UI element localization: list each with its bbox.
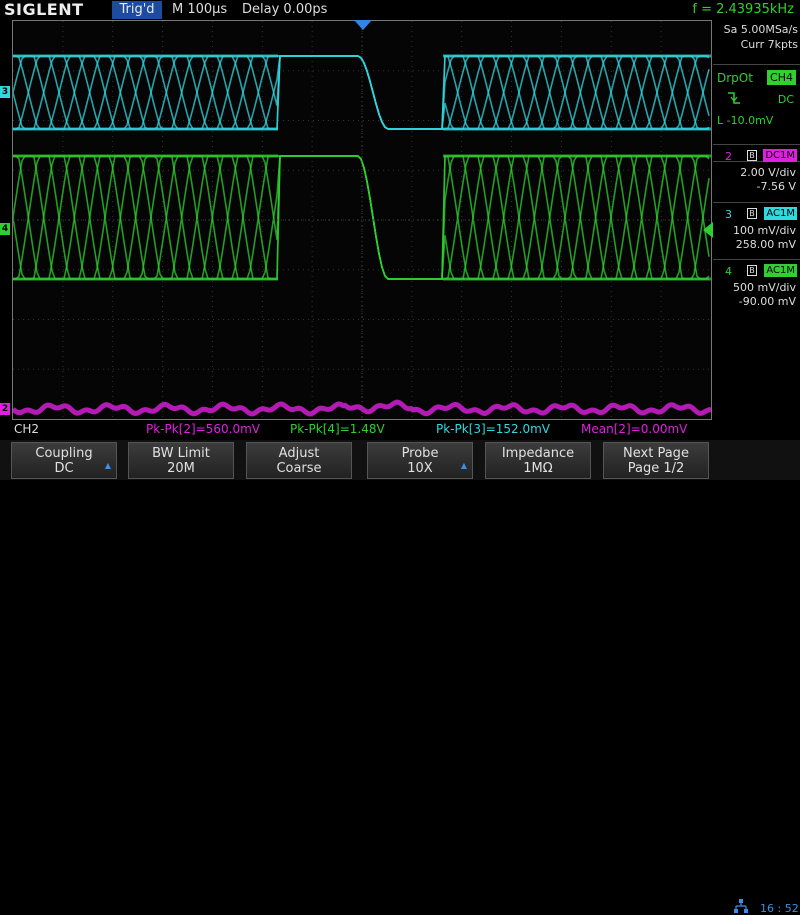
- measurement-pkpk-ch2: Pk-Pk[2]=560.0mV: [146, 422, 261, 436]
- measurement-mean-ch2: Mean[2]=0.00mV: [581, 422, 688, 436]
- channel-4-info[interactable]: 4 B AC1M 500 mV/div -90.00 mV: [713, 259, 800, 310]
- trigger-position-marker[interactable]: [354, 20, 372, 30]
- selected-channel-label: CH2: [14, 422, 40, 436]
- channel-2-info[interactable]: 2 B DC1M 2.00 V/div -7.56 V: [713, 144, 800, 195]
- channel-number: 2: [725, 150, 732, 163]
- softkey-menu: Coupling DC ▲ BW Limit 20M Adjust Coarse…: [0, 440, 800, 915]
- bw-limit-icon: B: [747, 150, 757, 161]
- adjust-softkey[interactable]: Adjust Coarse: [246, 442, 352, 479]
- softkey-title: Coupling: [35, 446, 93, 461]
- softkey-title: Adjust: [278, 446, 320, 461]
- bw-limit-icon: B: [747, 208, 757, 219]
- probe-softkey[interactable]: Probe 10X ▲: [367, 442, 473, 479]
- volts-per-div: 2.00 V/div: [740, 166, 796, 179]
- trigger-status[interactable]: Trig'd: [112, 1, 162, 19]
- trigger-source: CH4: [767, 70, 796, 85]
- ch2-trace: [13, 399, 711, 417]
- timebase-readout[interactable]: M 100µs: [172, 0, 227, 20]
- channel-offset: 258.00 mV: [735, 238, 796, 251]
- softkey-value: Coarse: [276, 461, 322, 476]
- memory-depth: Curr 7kpts: [740, 38, 798, 51]
- trigger-level-marker[interactable]: [703, 222, 713, 238]
- softkey-title: BW Limit: [152, 446, 210, 461]
- channel-coupling: AC1M: [764, 207, 797, 220]
- bw-limit-softkey[interactable]: BW Limit 20M: [128, 442, 234, 479]
- measurement-pkpk-ch3: Pk-Pk[3]=152.0mV: [436, 422, 551, 436]
- trigger-type: DrpOt: [717, 71, 753, 85]
- frequency-counter: f = 2.43935kHz: [692, 2, 794, 17]
- ch3-offset-marker[interactable]: 3: [0, 86, 10, 98]
- softkey-value: 1MΩ: [523, 461, 553, 476]
- softkey-title: Probe: [401, 446, 439, 461]
- acquisition-info: Sa 5.00MSa/s Curr 7kpts: [713, 22, 798, 52]
- brand-logo: SIGLENT: [4, 0, 84, 19]
- clock: 16 : 52: [760, 902, 799, 915]
- measurement-pkpk-ch4: Pk-Pk[4]=1.48V: [290, 422, 385, 436]
- softkey-title: Impedance: [501, 446, 575, 461]
- right-info-panel: Sa 5.00MSa/s Curr 7kpts DrpOt CH4 DC L -…: [713, 20, 800, 420]
- channel-number: 3: [725, 208, 732, 221]
- ch2-offset-marker[interactable]: 2: [0, 403, 10, 415]
- waveform-canvas: [13, 21, 711, 419]
- ch4-offset-marker[interactable]: 4: [0, 223, 10, 235]
- softkey-title: Next Page: [623, 446, 689, 461]
- channel-coupling: DC1M: [763, 149, 797, 162]
- bw-limit-icon: B: [747, 265, 757, 276]
- cycle-arrow-icon: ▲: [104, 461, 111, 470]
- coupling-softkey[interactable]: Coupling DC ▲: [11, 442, 117, 479]
- softkey-value: DC: [54, 461, 74, 476]
- channel-offset: -7.56 V: [756, 180, 796, 193]
- measurement-bar: CH2 Pk-Pk[2]=560.0mV Pk-Pk[4]=1.48V Pk-P…: [0, 420, 800, 440]
- network-icon: [734, 899, 748, 913]
- top-status-bar: SIGLENT Trig'd M 100µs Delay 0.00ps f = …: [0, 0, 800, 20]
- volts-per-div: 100 mV/div: [733, 224, 796, 237]
- impedance-softkey[interactable]: Impedance 1MΩ: [485, 442, 591, 479]
- sample-rate: Sa 5.00MSa/s: [723, 23, 798, 36]
- softkey-value: 20M: [167, 461, 195, 476]
- channel-offset: -90.00 mV: [738, 295, 796, 308]
- trigger-level: L -10.0mV: [717, 114, 774, 127]
- trigger-coupling: DC: [777, 93, 794, 106]
- next-page-softkey[interactable]: Next Page Page 1/2: [603, 442, 709, 479]
- falling-edge-icon: [728, 92, 740, 104]
- cycle-arrow-icon: ▲: [460, 461, 467, 470]
- volts-per-div: 500 mV/div: [733, 281, 796, 294]
- softkey-value: Page 1/2: [627, 461, 685, 476]
- channel-coupling: AC1M: [764, 264, 797, 277]
- channel-3-info[interactable]: 3 B AC1M 100 mV/div 258.00 mV: [713, 202, 800, 253]
- softkey-value: 10X: [407, 461, 433, 476]
- channel-number: 4: [725, 265, 732, 278]
- waveform-display[interactable]: [12, 20, 712, 420]
- delay-readout[interactable]: Delay 0.00ps: [242, 0, 327, 20]
